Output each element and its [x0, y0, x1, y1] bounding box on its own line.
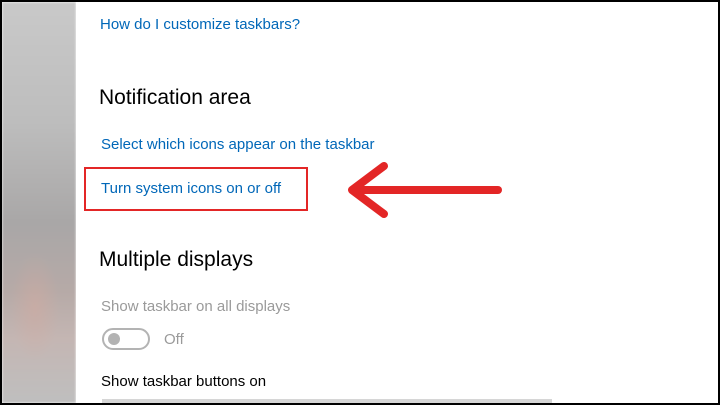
show-taskbar-all-displays-label: Show taskbar on all displays	[101, 298, 291, 315]
select-icons-link[interactable]: Select which icons appear on the taskbar	[101, 136, 375, 153]
toggle-knob	[108, 333, 120, 345]
customize-taskbars-link[interactable]: How do I customize taskbars?	[100, 16, 300, 33]
notification-area-heading: Notification area	[99, 86, 251, 109]
toggle-state-label: Off	[164, 331, 184, 348]
screenshot-frame: How do I customize taskbars? Notificatio…	[0, 0, 720, 405]
multiple-displays-heading: Multiple displays	[99, 248, 254, 271]
show-taskbar-buttons-on-label: Show taskbar buttons on	[101, 373, 267, 390]
show-taskbar-all-displays-toggle[interactable]	[102, 328, 150, 350]
taskbar-buttons-dropdown[interactable]	[102, 399, 552, 403]
turn-system-icons-link[interactable]: Turn system icons on or off	[101, 180, 281, 197]
blurred-navigation-pane	[2, 2, 76, 403]
left-arrow-icon	[348, 162, 502, 218]
